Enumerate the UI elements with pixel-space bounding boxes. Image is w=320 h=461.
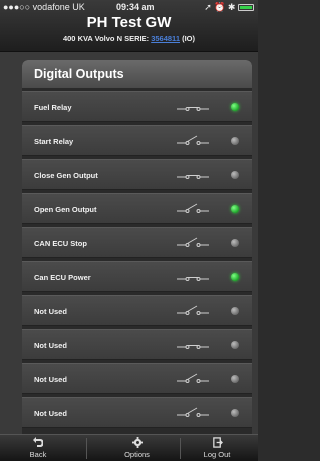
status-led-off-icon <box>231 409 239 417</box>
main-content: Digital Outputs Fuel Relay Start Relay Clo… <box>0 52 258 434</box>
logout-icon <box>194 435 240 449</box>
output-row[interactable]: CAN ECU Stop <box>22 227 252 258</box>
output-row[interactable]: Not Used <box>22 363 252 394</box>
output-label: Not Used <box>34 375 67 384</box>
battery-icon <box>238 4 254 12</box>
switch-closed-icon[interactable] <box>177 339 209 351</box>
status-led-off-icon <box>231 341 239 349</box>
serial-link[interactable]: 3564811 <box>151 34 180 43</box>
output-label: Can ECU Power <box>34 273 91 282</box>
back-button[interactable]: Back <box>20 435 56 461</box>
status-led-off-icon <box>231 239 239 247</box>
top-bar: ●●●○○ vodafone UK 09:34 am ➚ ⏰ ✱ PH Test… <box>0 0 258 52</box>
output-label: Start Relay <box>34 137 74 146</box>
switch-closed-icon[interactable] <box>177 271 209 283</box>
logout-label: Log Out <box>203 450 231 459</box>
subtitle-suffix: (IO) <box>182 34 196 43</box>
status-led-on-icon <box>231 205 239 213</box>
output-label: Open Gen Output <box>34 205 97 214</box>
output-label: Not Used <box>34 341 67 350</box>
switch-open-icon[interactable] <box>177 407 209 419</box>
switch-open-icon[interactable] <box>177 135 209 147</box>
output-row[interactable]: Start Relay <box>22 125 252 156</box>
output-label: Not Used <box>34 409 67 418</box>
bottom-nav: Back Options Log Out <box>0 434 258 461</box>
gear-icon <box>112 435 162 449</box>
page-subtitle: 400 KVA Volvo N SERIE: 3564811 (IO) <box>0 34 258 43</box>
switch-open-icon[interactable] <box>177 237 209 249</box>
digital-outputs-panel: Digital Outputs Fuel Relay Start Relay Clo… <box>22 60 252 434</box>
output-label: Not Used <box>34 307 67 316</box>
status-led-on-icon <box>231 103 239 111</box>
status-led-off-icon <box>231 375 239 383</box>
back-arrow-icon <box>20 435 56 449</box>
status-led-on-icon <box>231 273 239 281</box>
subtitle-prefix: 400 KVA Volvo N SERIE: <box>62 34 150 43</box>
switch-open-icon[interactable] <box>177 305 209 317</box>
status-led-off-icon <box>231 171 239 179</box>
nav-divider <box>86 438 87 459</box>
output-row[interactable]: Not Used <box>22 295 252 326</box>
switch-closed-icon[interactable] <box>177 169 209 181</box>
output-row[interactable]: Close Gen Output <box>22 159 252 190</box>
status-time: 09:34 am <box>116 2 155 12</box>
status-indicator-icons: ➚ ⏰ ✱ <box>204 2 236 12</box>
status-led-off-icon <box>231 137 239 145</box>
switch-closed-icon[interactable] <box>177 101 209 113</box>
logout-button[interactable]: Log Out <box>194 435 240 461</box>
status-bar: ●●●○○ vodafone UK 09:34 am ➚ ⏰ ✱ <box>0 0 258 14</box>
nav-divider <box>180 438 181 459</box>
status-led-off-icon <box>231 307 239 315</box>
status-icons: ➚ ⏰ ✱ <box>204 2 254 13</box>
switch-open-icon[interactable] <box>177 203 209 215</box>
switch-open-icon[interactable] <box>177 373 209 385</box>
output-list: Fuel Relay Start Relay Close Gen Output Ope… <box>22 91 252 428</box>
page-title: PH Test GW <box>86 14 172 31</box>
output-row[interactable]: Open Gen Output <box>22 193 252 224</box>
output-label: Fuel Relay <box>34 103 72 112</box>
output-label: CAN ECU Stop <box>34 239 87 248</box>
back-label: Back <box>29 450 47 459</box>
carrier-label: ●●●○○ vodafone UK <box>3 2 85 12</box>
panel-title: Digital Outputs <box>22 60 252 88</box>
output-label: Close Gen Output <box>34 171 98 180</box>
options-label: Options <box>124 450 150 459</box>
output-row[interactable]: Can ECU Power <box>22 261 252 292</box>
output-row[interactable]: Not Used <box>22 329 252 360</box>
options-button[interactable]: Options <box>112 435 162 461</box>
output-row[interactable]: Not Used <box>22 397 252 428</box>
output-row[interactable]: Fuel Relay <box>22 91 252 122</box>
